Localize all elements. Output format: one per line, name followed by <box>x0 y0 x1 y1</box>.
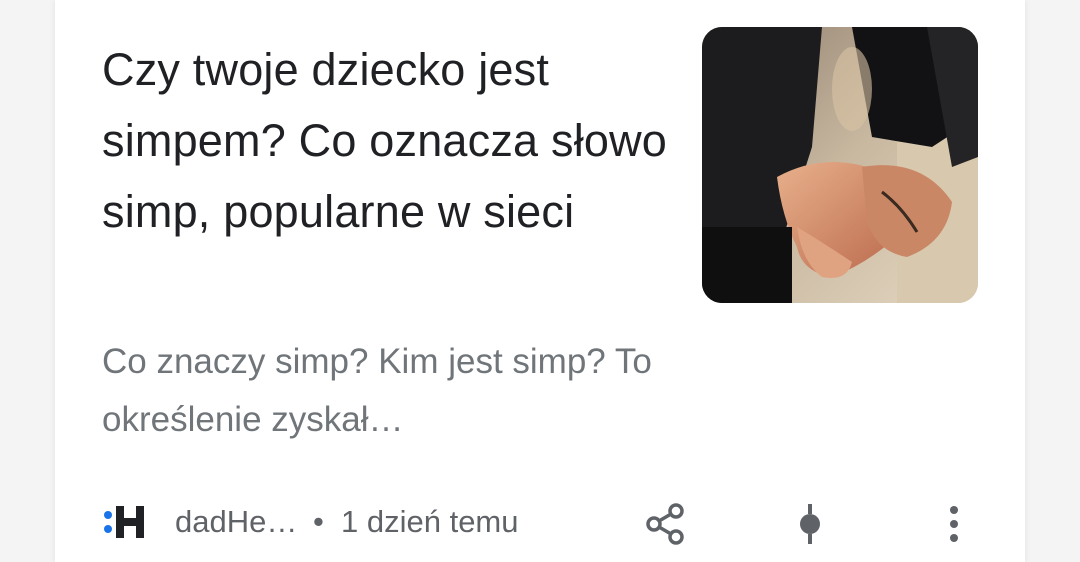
meta-separator: • <box>313 504 324 539</box>
pin-button[interactable] <box>784 498 836 550</box>
article-footer: dadHe… • 1 dzień temu <box>55 490 1025 554</box>
pin-icon <box>800 504 820 544</box>
share-icon <box>646 503 684 545</box>
source-name[interactable]: dadHe… <box>175 504 297 540</box>
hands-photo-image <box>702 27 978 303</box>
article-snippet: Co znaczy simp? Kim jest simp? To określ… <box>102 342 652 439</box>
more-options-button[interactable] <box>928 498 980 550</box>
dadhero-logo-icon[interactable] <box>102 502 150 542</box>
share-button[interactable] <box>640 498 692 550</box>
article-thumbnail[interactable] <box>702 27 978 303</box>
news-card[interactable]: Czy twoje dziecko jest simpem? Co oznacz… <box>55 0 1025 562</box>
publish-time: 1 dzień temu <box>341 504 519 539</box>
article-headline[interactable]: Czy twoje dziecko jest simpem? Co oznacz… <box>102 34 672 247</box>
more-vert-icon <box>950 506 958 542</box>
